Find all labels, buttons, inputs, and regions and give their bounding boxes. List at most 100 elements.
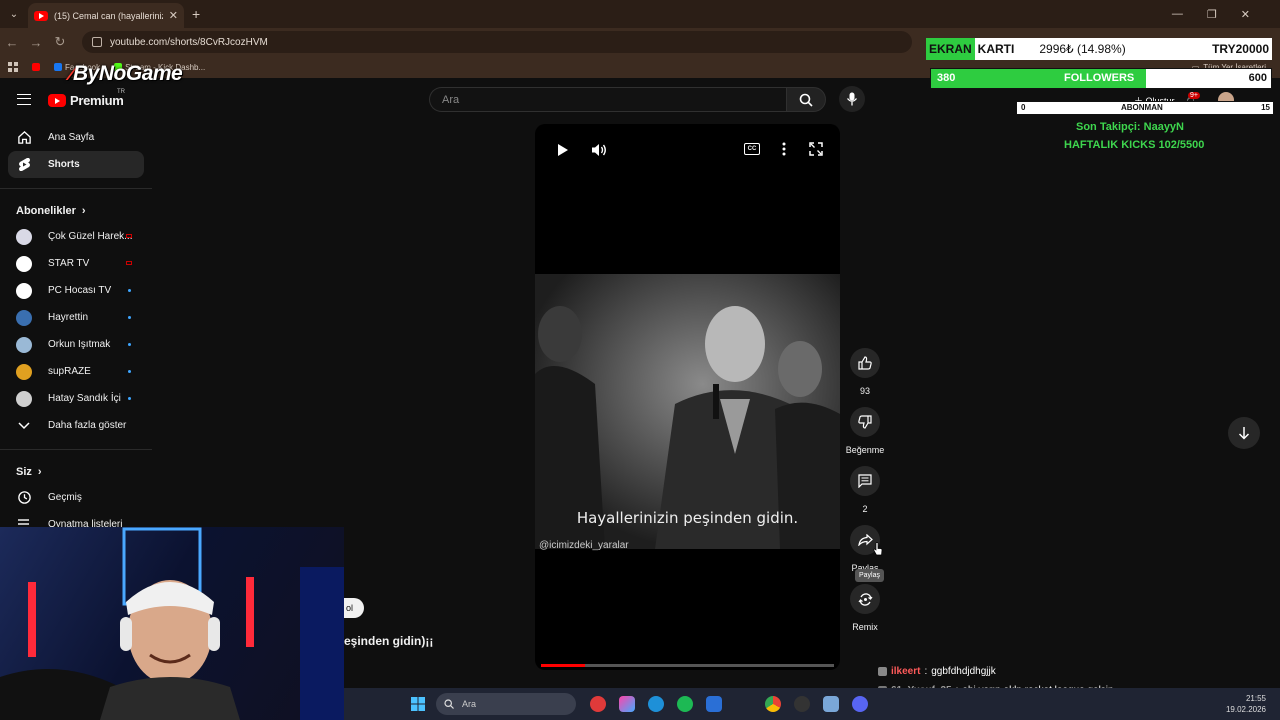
shorts-player[interactable]: CC Hayallerinizin peşinden gidin. @icimi…	[535, 124, 840, 670]
taskbar-search[interactable]: Ara	[436, 693, 576, 715]
sidebar-subscription-item[interactable]: Hatay Sandık İçi	[0, 385, 152, 412]
dislike-button[interactable]	[850, 407, 880, 437]
next-short-button[interactable]	[1228, 417, 1260, 449]
voice-search-button[interactable]	[839, 86, 865, 112]
obs-icon[interactable]	[794, 696, 810, 712]
tab-title: (15) Cemal can (hayallerinizin p	[54, 10, 163, 21]
sidebar-item-shorts[interactable]: Shorts	[8, 151, 144, 178]
sidebar-subscription-item[interactable]: STAR TV	[0, 250, 152, 277]
followers-label: FOLLOWERS	[1064, 72, 1135, 84]
sidebar-divider	[0, 449, 152, 450]
spotify-icon[interactable]	[677, 696, 693, 712]
chrome-icon[interactable]	[765, 696, 781, 712]
search-input[interactable]: Ara	[429, 87, 786, 112]
sidebar-item-home[interactable]: Ana Sayfa	[0, 124, 152, 151]
clock-time: 21:55	[1245, 694, 1266, 703]
sidebar-item-label: Ana Sayfa	[48, 132, 95, 143]
goal-label-2: KARTI	[977, 42, 1015, 56]
taskbar-clock[interactable]: 21:55 19.02.2026	[1226, 693, 1266, 715]
new-content-dot-icon	[128, 397, 131, 400]
goal-label-1: EKRAN	[926, 38, 975, 60]
channel-avatar	[16, 363, 32, 380]
mouse-cursor-icon	[873, 542, 883, 556]
taskbar-search-placeholder: Ara	[462, 699, 477, 709]
bookmark-youtube[interactable]	[32, 63, 40, 71]
new-content-dot-icon	[128, 289, 131, 292]
you-heading[interactable]: Siz ›	[0, 460, 152, 484]
chevron-down-icon	[16, 418, 32, 434]
chat-separator: :	[924, 666, 928, 677]
new-content-dot-icon	[128, 316, 131, 319]
settings-app-icon[interactable]	[823, 696, 839, 712]
fullscreen-icon[interactable]	[809, 142, 823, 156]
minimize-icon[interactable]: —	[1172, 8, 1183, 21]
sidebar-subscription-item[interactable]: PC Hocası TV	[0, 277, 152, 304]
sidebar-item-history[interactable]: Geçmiş	[0, 484, 152, 511]
webcam-feed	[0, 527, 344, 720]
close-tab-icon[interactable]: ✕	[169, 9, 178, 22]
discord-icon[interactable]	[852, 696, 868, 712]
subscription-label: Çok Güzel Harek...	[48, 231, 133, 242]
apps-grid-icon[interactable]	[8, 62, 18, 72]
notification-badge: 9+	[1187, 91, 1200, 99]
microphone-icon	[846, 92, 858, 106]
last-follower: Son Takipçi: NaayyN	[1076, 121, 1184, 133]
you-heading-label: Siz	[16, 466, 32, 478]
menu-icon[interactable]	[17, 94, 31, 105]
windows-start-icon[interactable]	[411, 697, 425, 711]
new-tab-icon[interactable]: +	[192, 6, 200, 22]
sidebar-subscription-item[interactable]: Orkun Işıtmak	[0, 331, 152, 358]
subscription-label: Orkun Işıtmak	[48, 339, 111, 350]
back-icon[interactable]: ←	[0, 35, 24, 50]
sidebar-subscription-item[interactable]: Çok Güzel Harek...	[0, 223, 152, 250]
dislike-action: Beğenme	[845, 407, 885, 455]
address-bar[interactable]: youtube.com/shorts/8CvRJcozHVM	[82, 31, 912, 53]
edge-icon[interactable]	[648, 696, 664, 712]
like-button[interactable]	[850, 348, 880, 378]
browser-tab-youtube[interactable]: (15) Cemal can (hayallerinizin p ✕	[28, 3, 184, 28]
comment-count: 2	[862, 504, 868, 514]
reload-icon[interactable]: ↻	[48, 34, 72, 50]
youtube-logo[interactable]: Premium	[48, 93, 124, 108]
chevron-right-icon: ›	[81, 205, 86, 217]
volume-button[interactable]	[591, 142, 607, 158]
progress-fill	[541, 664, 585, 667]
subscriptions-list: Çok Güzel Harek... STAR TV PC Hocası TV Hay…	[0, 223, 152, 412]
play-icon	[558, 144, 568, 156]
video-progress-bar[interactable]	[541, 664, 834, 667]
comments-button[interactable]	[850, 466, 880, 496]
subscriber-label: ABONMAN	[1121, 103, 1163, 112]
captions-icon[interactable]: CC	[744, 143, 760, 155]
site-info-icon[interactable]	[92, 37, 102, 47]
show-more-button[interactable]: Daha fazla göster	[0, 412, 152, 439]
more-options-icon[interactable]	[782, 142, 786, 156]
forward-icon[interactable]: →	[24, 35, 48, 50]
chat-badge-icon	[878, 667, 887, 676]
close-window-icon[interactable]: ✕	[1241, 8, 1250, 21]
address-url: youtube.com/shorts/8CvRJcozHVM	[110, 36, 268, 48]
video-caption-text: Hayallerinizin peşinden gidin.	[576, 509, 799, 527]
search-icon	[444, 699, 454, 709]
remix-button[interactable]	[850, 584, 880, 614]
sidebar-subscription-item[interactable]: Hayrettin	[0, 304, 152, 331]
chip-fragment[interactable]: ol	[344, 598, 364, 618]
chat-message: ilkeert: ggbfdhdjdhgjjk	[878, 662, 1280, 681]
sidebar-subscription-item[interactable]: supRAZE	[0, 358, 152, 385]
sidebar-divider	[0, 188, 152, 189]
sidebar-item-label: Shorts	[48, 159, 80, 170]
share-icon	[857, 534, 873, 546]
like-action: 93	[845, 348, 885, 396]
youtube-brand: Premium	[70, 93, 124, 108]
browser-tabbar: ⌄ (15) Cemal can (hayallerinizin p ✕ + —…	[0, 0, 1280, 28]
media-app-icon[interactable]	[590, 696, 606, 712]
restore-icon[interactable]: ❐	[1207, 8, 1217, 21]
youtube-bookmark-icon	[32, 63, 40, 71]
search-button[interactable]	[786, 87, 826, 112]
video-frame	[535, 274, 840, 549]
play-button[interactable]	[557, 143, 569, 157]
sidebar-item-label: Geçmiş	[48, 492, 82, 503]
copilot-icon[interactable]	[619, 696, 635, 712]
tab-search-button[interactable]: ⌄	[4, 4, 24, 24]
subscriptions-heading[interactable]: Abonelikler ›	[0, 199, 152, 223]
store-icon[interactable]	[706, 696, 722, 712]
